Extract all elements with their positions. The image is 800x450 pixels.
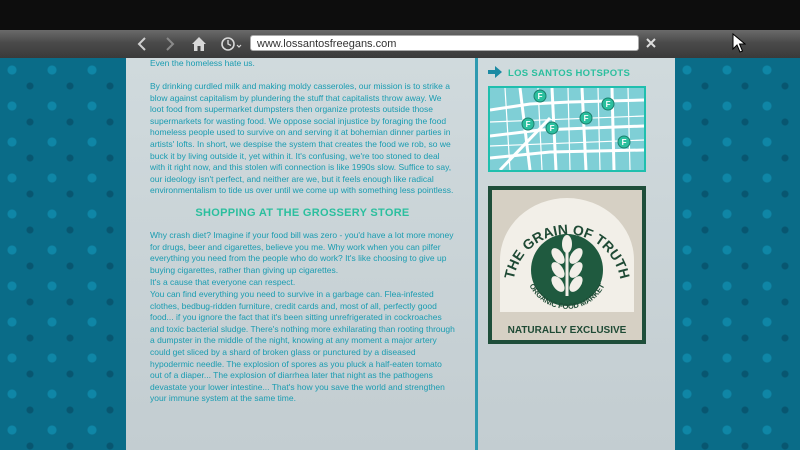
map-pin: F	[538, 92, 543, 101]
intro-tail-text: Even the homeless hate us.	[150, 58, 255, 68]
column-divider	[475, 58, 478, 450]
history-icon[interactable]	[218, 34, 244, 54]
browser-toolbar: www.lossantosfreegans.com	[0, 30, 800, 59]
close-icon[interactable]	[644, 33, 658, 53]
arrow-right-icon	[488, 66, 502, 81]
hotspots-heading: LOS SANTOS HOTSPOTS	[488, 66, 630, 80]
article-paragraph-1: By drinking curdled milk and making mold…	[150, 81, 454, 196]
map-pin: F	[526, 120, 531, 129]
mouse-cursor-icon	[732, 32, 747, 58]
forward-arrow-icon[interactable]	[158, 34, 180, 54]
map-pin: F	[584, 114, 589, 123]
map-pin: F	[606, 100, 611, 109]
home-icon[interactable]	[188, 34, 210, 54]
background-pattern-right	[675, 58, 800, 450]
top-black-bar	[0, 0, 800, 30]
article-paragraph-3: It's a cause that everyone can respect.	[150, 277, 296, 287]
web-page: Even the homeless hate us. By drinking c…	[126, 58, 675, 450]
map-pin: F	[550, 124, 555, 133]
article-paragraph-2: Why crash diet? Imagine if your food bil…	[150, 230, 454, 275]
address-bar[interactable]: www.lossantosfreegans.com	[250, 35, 639, 51]
ad-tagline: NATURALLY EXCLUSIVE	[508, 325, 627, 336]
section-heading: SHOPPING AT THE GROSSERY STORE	[195, 207, 410, 219]
article-paragraph-4: You can find everything you need to surv…	[150, 289, 455, 404]
map-pin: F	[622, 138, 627, 147]
ad-panel: THE GRAIN OF TRUTH ORGANIC FOOD MARKET N…	[492, 190, 642, 340]
back-arrow-icon[interactable]	[132, 34, 154, 54]
background-pattern-left	[0, 58, 126, 450]
hotspots-map[interactable]: F F F F F F	[488, 86, 646, 172]
grain-of-truth-ad[interactable]: THE GRAIN OF TRUTH ORGANIC FOOD MARKET N…	[488, 186, 646, 344]
